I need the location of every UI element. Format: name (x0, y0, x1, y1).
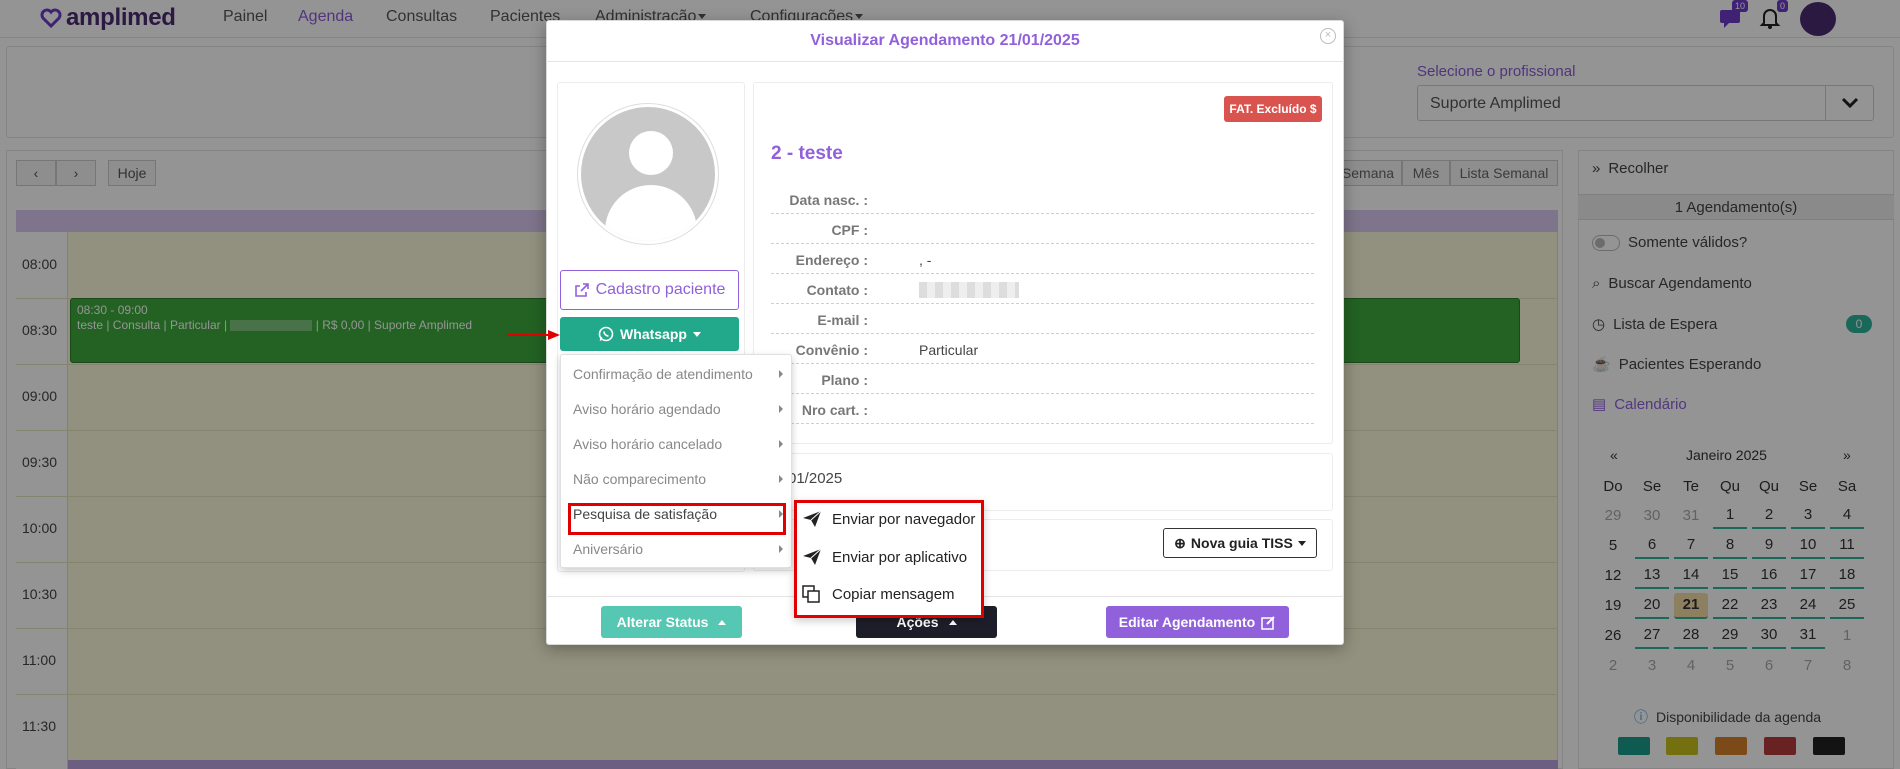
plus-circle-icon: ⊕ (1174, 534, 1186, 551)
edit-appointment-label: Editar Agendamento (1118, 614, 1256, 630)
field-row: Data nasc. : (771, 184, 1314, 214)
edit-icon (1261, 615, 1275, 630)
patient-register-button[interactable]: Cadastro paciente (560, 270, 739, 310)
field-label: Plano : (821, 372, 868, 388)
chevron-up-icon (948, 619, 957, 625)
copy-message-item[interactable]: Copiar mensagem (802, 585, 955, 603)
external-link-icon (574, 283, 589, 297)
chevron-up-icon (718, 619, 727, 625)
field-label: E-mail : (817, 312, 868, 328)
whatsapp-menu-item[interactable]: Não comparecimento (573, 471, 783, 487)
send-via-app-item[interactable]: Enviar por aplicativo (802, 548, 967, 566)
patient-name: 2 - teste (771, 143, 843, 164)
modal-title: Visualizar Agendamento 21/01/2025 (546, 20, 1344, 62)
avatar-body (605, 185, 697, 241)
whatsapp-label: Whatsapp (620, 326, 687, 342)
field-label: Endereço : (795, 252, 868, 268)
paper-plane-icon (803, 510, 822, 527)
whatsapp-dropdown-menu (560, 354, 792, 568)
field-label: Data nasc. : (789, 192, 868, 208)
copy-message-label: Copiar mensagem (832, 585, 955, 603)
patient-avatar (578, 104, 718, 244)
new-tiss-guide-button[interactable]: ⊕ Nova guia TISS (1163, 528, 1317, 558)
field-row: Convênio : Particular (771, 334, 1314, 364)
chevron-right-icon (779, 545, 783, 553)
new-tiss-guide-label: Nova guia TISS (1190, 535, 1293, 551)
chevron-right-icon (779, 405, 783, 413)
highlight-box (568, 503, 786, 535)
whatsapp-icon (598, 326, 614, 342)
chevron-right-icon (779, 370, 783, 378)
change-status-button[interactable]: Alterar Status (601, 606, 742, 638)
blurred-contact (919, 282, 1019, 298)
field-row: CPF : (771, 214, 1314, 244)
send-via-browser-label: Enviar por navegador (832, 510, 976, 528)
chevron-down-icon (692, 331, 701, 337)
chevron-down-icon (1297, 540, 1306, 546)
field-label: Contato : (806, 282, 868, 298)
field-value: , - (919, 252, 932, 268)
copy-icon (802, 585, 820, 603)
field-label: Nro cart. : (801, 402, 868, 418)
whatsapp-menu-item[interactable]: Confirmação de atendimento (573, 366, 783, 382)
field-label: Convênio : (795, 342, 868, 358)
whatsapp-menu-item-label: Não comparecimento (573, 471, 707, 487)
whatsapp-menu-item-label: Aviso horário cancelado (573, 436, 723, 452)
avatar-head (629, 131, 673, 175)
field-row: Contato : (771, 274, 1314, 304)
whatsapp-menu-item-label: Confirmação de atendimento (573, 366, 753, 382)
field-row: Endereço : , - (771, 244, 1314, 274)
send-via-browser-item[interactable]: Enviar por navegador (802, 510, 975, 528)
whatsapp-menu-item-label: Aviso horário agendado (573, 401, 721, 417)
arrow-right-icon (508, 330, 560, 340)
send-via-app-label: Enviar por aplicativo (832, 548, 968, 566)
chevron-right-icon (779, 475, 783, 483)
field-row: E-mail : (771, 304, 1314, 334)
whatsapp-menu-item[interactable]: Aniversário (573, 541, 783, 557)
edit-appointment-button[interactable]: Editar Agendamento (1106, 606, 1289, 638)
billing-status-badge: FAT. Excluído $ (1224, 96, 1322, 122)
field-value: Particular (919, 342, 979, 358)
patient-register-label: Cadastro paciente (595, 281, 726, 298)
whatsapp-button[interactable]: Whatsapp (560, 317, 739, 351)
field-row: Plano : (771, 364, 1314, 394)
change-status-label: Alterar Status (616, 614, 709, 630)
close-icon[interactable]: × (1320, 28, 1336, 44)
field-label: CPF : (831, 222, 868, 238)
whatsapp-menu-item[interactable]: Aviso horário agendado (573, 401, 783, 417)
field-row: Nro cart. : (771, 394, 1314, 424)
chevron-right-icon (779, 440, 783, 448)
whatsapp-menu-item-label: Aniversário (573, 541, 644, 557)
whatsapp-menu-item[interactable]: Aviso horário cancelado (573, 436, 783, 452)
appointment-date: 01/2025 (788, 470, 843, 487)
paper-plane-icon (803, 548, 822, 565)
